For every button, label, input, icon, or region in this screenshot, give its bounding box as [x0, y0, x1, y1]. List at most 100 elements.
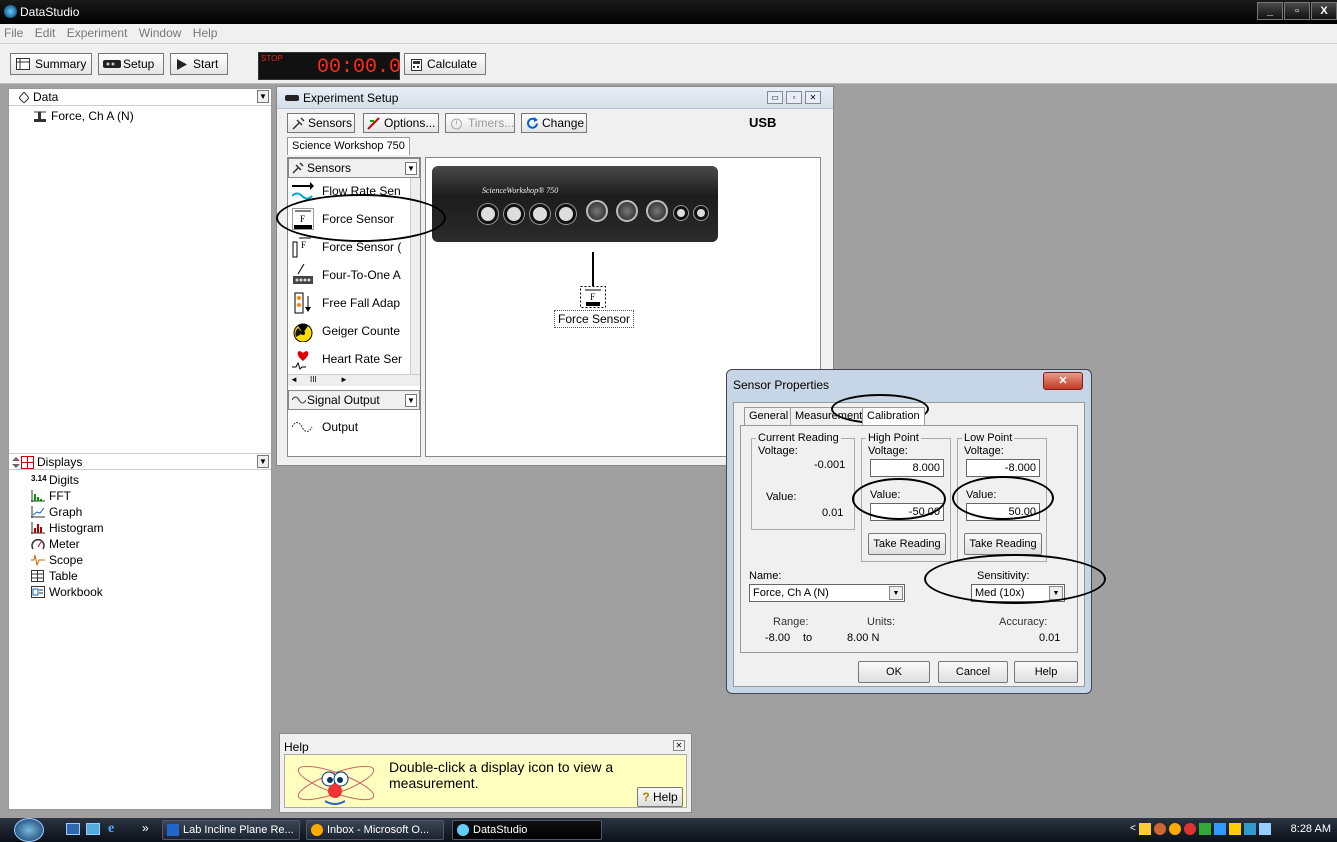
app-icon: [4, 5, 17, 18]
field-label: Value:: [870, 489, 901, 501]
force-sensor-icon: F: [292, 237, 311, 258]
science-workshop-interface[interactable]: ScienceWorkshop® 750: [432, 166, 718, 242]
sensor-list-scrollbar[interactable]: [410, 178, 420, 374]
timers-label: Timers...: [468, 116, 515, 130]
change-button[interactable]: Change: [521, 113, 587, 133]
analog-port-c[interactable]: [646, 200, 668, 222]
close-button[interactable]: ✕: [1043, 372, 1083, 390]
clock[interactable]: 8:28 AM: [1291, 823, 1331, 835]
tab-general[interactable]: General: [744, 407, 794, 425]
tray-app-icon[interactable]: [1153, 823, 1166, 835]
volume-icon[interactable]: [1258, 823, 1271, 835]
low-voltage-field[interactable]: -8.000: [966, 459, 1040, 477]
sensor-item-heart-rate[interactable]: Heart Rate Ser: [292, 346, 410, 372]
usb-label: USB: [749, 115, 777, 130]
setup-button[interactable]: Setup: [98, 53, 164, 75]
task-datastudio[interactable]: DataStudio: [452, 820, 602, 840]
menu-help[interactable]: Help: [189, 24, 222, 40]
start-button[interactable]: Start: [170, 53, 228, 75]
start-orb-icon[interactable]: [14, 818, 44, 842]
chevron-left-icon[interactable]: <: [1130, 823, 1136, 837]
sensor-item-free-fall[interactable]: Free Fall Adap: [292, 290, 410, 316]
menu-edit[interactable]: Edit: [31, 24, 60, 40]
close-icon[interactable]: ✕: [805, 91, 821, 104]
sensor-item-four-to-one[interactable]: Four-To-One A: [292, 262, 410, 288]
displays-header[interactable]: Displays ▼: [9, 453, 271, 470]
menu-file[interactable]: File: [0, 24, 27, 40]
minimize-button[interactable]: ▭: [767, 91, 783, 104]
chevron-down-icon[interactable]: ▼: [405, 162, 417, 175]
maximize-button[interactable]: ▫: [1284, 2, 1310, 20]
sensitivity-select[interactable]: Med (10x) ▼: [971, 584, 1065, 602]
output-port-1[interactable]: [674, 206, 688, 220]
tab-science-workshop[interactable]: Science Workshop 750: [287, 137, 410, 155]
high-voltage-field[interactable]: 8.000: [870, 459, 944, 477]
help-button[interactable]: Help: [1014, 661, 1078, 683]
signal-output-dropdown[interactable]: Signal Output ▼: [288, 390, 420, 410]
help-panel-button[interactable]: ? Help: [637, 787, 683, 807]
sensor-item-flow-rate[interactable]: Flow Rate Sen: [292, 178, 410, 204]
name-select[interactable]: Force, Ch A (N) ▼: [749, 584, 905, 602]
tray-app-icon[interactable]: [1168, 823, 1181, 835]
digital-port-2[interactable]: [504, 204, 524, 224]
chevron-down-icon[interactable]: ▼: [889, 586, 903, 600]
force-sensor-icon[interactable]: F: [580, 286, 606, 308]
tray-app-icon[interactable]: [1213, 823, 1226, 835]
switch-windows-icon[interactable]: [86, 823, 100, 835]
tray-app-icon[interactable]: [1228, 823, 1241, 835]
sensors-button[interactable]: Sensors: [287, 113, 355, 133]
tray-app-icon[interactable]: [1198, 823, 1211, 835]
analog-port-b[interactable]: [616, 200, 638, 222]
experiment-setup-titlebar[interactable]: Experiment Setup ▭ ▫ ✕: [277, 87, 833, 109]
high-take-reading-button[interactable]: Take Reading: [868, 533, 946, 555]
move-icon: [12, 457, 20, 468]
network-icon[interactable]: [1243, 823, 1256, 835]
ie-icon[interactable]: e: [108, 821, 114, 837]
signal-item-output[interactable]: Output: [292, 414, 410, 440]
minimize-button[interactable]: _: [1257, 2, 1283, 20]
data-header[interactable]: Data ▼: [9, 89, 271, 106]
high-value-field[interactable]: -50.00: [870, 503, 944, 521]
tab-calibration[interactable]: Calibration: [862, 407, 925, 425]
sensor-item-force[interactable]: F Force Sensor: [292, 206, 410, 232]
summary-label: Summary: [35, 57, 87, 71]
chevron-down-icon[interactable]: ▼: [1049, 586, 1063, 600]
show-desktop-icon[interactable]: [66, 823, 80, 835]
adapter-icon: [293, 264, 313, 284]
timers-button[interactable]: Timers...: [445, 113, 515, 133]
ok-button[interactable]: OK: [858, 661, 930, 683]
low-value-field[interactable]: 50.00: [966, 503, 1040, 521]
close-icon[interactable]: ✕: [673, 740, 685, 751]
analog-port-a[interactable]: [586, 200, 608, 222]
low-take-reading-button[interactable]: Take Reading: [964, 533, 1042, 555]
connected-sensor-label[interactable]: Force Sensor: [554, 310, 635, 328]
maximize-button[interactable]: ▫: [786, 91, 802, 104]
chevron-down-icon[interactable]: ▼: [405, 394, 417, 407]
task-inbox[interactable]: Inbox - Microsoft O...: [306, 820, 444, 840]
options-button[interactable]: Options...: [363, 113, 439, 133]
digital-port-1[interactable]: [478, 204, 498, 224]
sensor-properties-dialog: Sensor Properties ✕ General Measurement …: [726, 369, 1092, 694]
output-port-2[interactable]: [694, 206, 708, 220]
digital-port-4[interactable]: [556, 204, 576, 224]
sensor-item-geiger[interactable]: Geiger Counte: [292, 318, 410, 344]
close-button[interactable]: X: [1311, 2, 1337, 20]
digital-port-3[interactable]: [530, 204, 550, 224]
tray-app-icon[interactable]: [1183, 823, 1196, 835]
summary-button[interactable]: Summary: [10, 53, 92, 75]
menu-window[interactable]: Window: [135, 24, 186, 40]
question-icon: ?: [642, 790, 650, 804]
cancel-button[interactable]: Cancel: [938, 661, 1008, 683]
calculate-button[interactable]: Calculate: [404, 53, 486, 75]
output-wave-icon: [292, 422, 313, 432]
mail-icon[interactable]: [1138, 823, 1151, 835]
chevron-down-icon[interactable]: ▼: [257, 90, 269, 103]
chevron-down-icon[interactable]: ▼: [257, 455, 269, 468]
horizontal-scrollbar[interactable]: ◄ III ►: [288, 374, 420, 386]
tab-measurement[interactable]: Measurement: [790, 407, 868, 425]
sensors-dropdown[interactable]: Sensors ▼: [288, 158, 420, 178]
sensor-item-force-2[interactable]: F Force Sensor (: [292, 234, 410, 260]
menu-experiment[interactable]: Experiment: [63, 24, 132, 40]
task-lab-incline[interactable]: Lab Incline Plane Re...: [162, 820, 300, 840]
chevron-right-icon[interactable]: »: [142, 821, 149, 835]
